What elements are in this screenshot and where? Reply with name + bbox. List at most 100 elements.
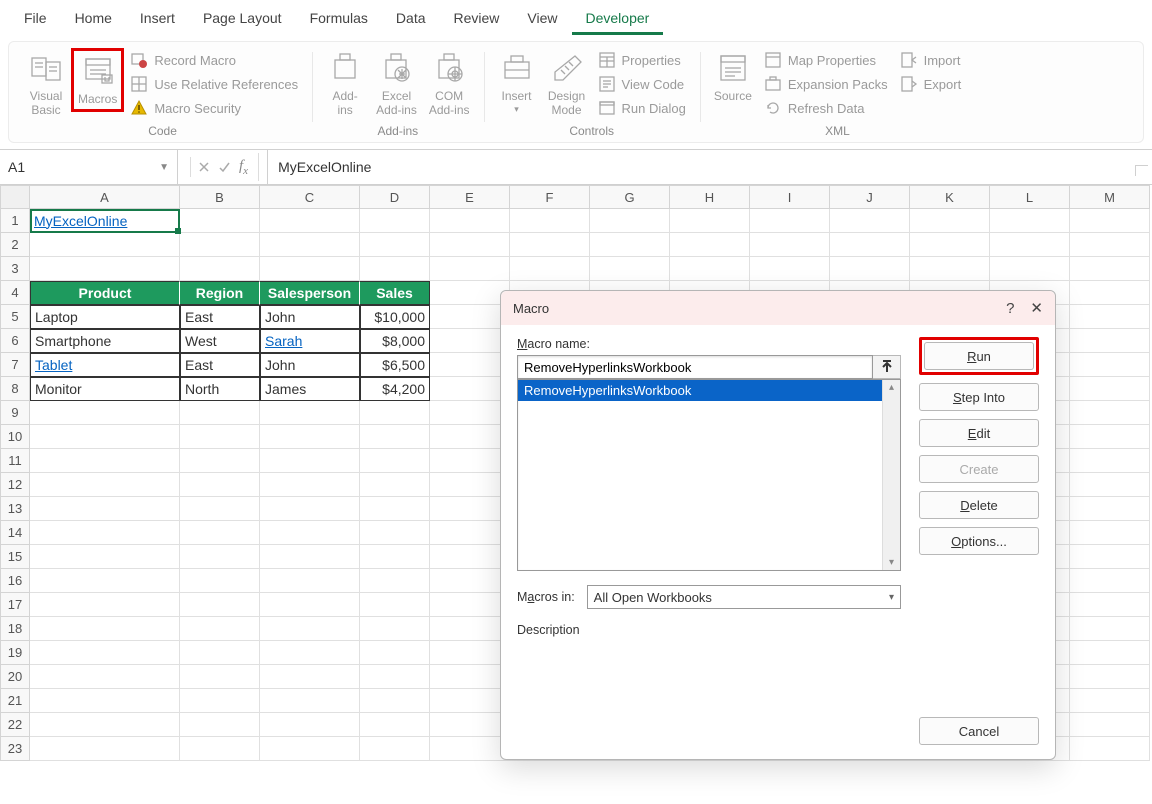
row-header[interactable]: 5: [0, 305, 30, 329]
row-header[interactable]: 8: [0, 377, 30, 401]
cell[interactable]: West: [180, 329, 260, 353]
cell[interactable]: [260, 689, 360, 713]
cell[interactable]: [1070, 209, 1150, 233]
cell[interactable]: [1070, 305, 1150, 329]
cell[interactable]: [30, 521, 180, 545]
cell[interactable]: [830, 257, 910, 281]
row-header[interactable]: 6: [0, 329, 30, 353]
cell[interactable]: East: [180, 353, 260, 377]
row-header[interactable]: 12: [0, 473, 30, 497]
macro-security-button[interactable]: Macro Security: [124, 96, 304, 120]
cell[interactable]: [670, 257, 750, 281]
cell[interactable]: [430, 497, 510, 521]
cell[interactable]: [260, 497, 360, 521]
cell[interactable]: [510, 257, 590, 281]
map-properties-button[interactable]: Map Properties: [758, 48, 894, 72]
options-button[interactable]: Options...: [919, 527, 1039, 555]
cell[interactable]: [430, 737, 510, 761]
cell[interactable]: [1070, 617, 1150, 641]
cell[interactable]: [360, 473, 430, 497]
design-mode-button[interactable]: DesignMode: [542, 48, 592, 120]
tab-home[interactable]: Home: [61, 4, 126, 35]
cell[interactable]: [360, 713, 430, 737]
cell[interactable]: [430, 641, 510, 665]
step-into-button[interactable]: Step Into: [919, 383, 1039, 411]
expansion-packs-button[interactable]: Expansion Packs: [758, 72, 894, 96]
tab-page-layout[interactable]: Page Layout: [189, 4, 296, 35]
cell[interactable]: [830, 233, 910, 257]
excel-addins-button[interactable]: ExcelAdd-ins: [370, 48, 423, 120]
cell[interactable]: [260, 665, 360, 689]
insert-control-button[interactable]: Insert ▾: [492, 48, 542, 116]
cell[interactable]: [360, 737, 430, 761]
cell[interactable]: [360, 665, 430, 689]
tab-formulas[interactable]: Formulas: [296, 4, 382, 35]
cell[interactable]: [30, 641, 180, 665]
cell[interactable]: [30, 593, 180, 617]
row-header[interactable]: 1: [0, 209, 30, 233]
relative-refs-button[interactable]: Use Relative References: [124, 72, 304, 96]
col-header[interactable]: G: [590, 185, 670, 209]
row-header[interactable]: 17: [0, 593, 30, 617]
cell[interactable]: [1070, 737, 1150, 761]
cell[interactable]: [990, 257, 1070, 281]
cell[interactable]: James: [260, 377, 360, 401]
cell[interactable]: MyExcelOnline: [30, 209, 180, 233]
cell[interactable]: [360, 401, 430, 425]
cell[interactable]: [180, 257, 260, 281]
col-header[interactable]: D: [360, 185, 430, 209]
cell[interactable]: [1070, 257, 1150, 281]
cell[interactable]: Sales: [360, 281, 430, 305]
cell[interactable]: North: [180, 377, 260, 401]
cell[interactable]: [180, 737, 260, 761]
delete-button[interactable]: Delete: [919, 491, 1039, 519]
row-header[interactable]: 2: [0, 233, 30, 257]
col-header[interactable]: K: [910, 185, 990, 209]
cell[interactable]: [430, 617, 510, 641]
cell[interactable]: [430, 329, 510, 353]
cell[interactable]: [360, 641, 430, 665]
formula-input[interactable]: MyExcelOnline: [268, 159, 1152, 175]
cell[interactable]: Region: [180, 281, 260, 305]
row-header[interactable]: 21: [0, 689, 30, 713]
cell[interactable]: [430, 233, 510, 257]
cell[interactable]: [1070, 281, 1150, 305]
tab-developer[interactable]: Developer: [572, 4, 664, 35]
cell[interactable]: [260, 593, 360, 617]
tab-file[interactable]: File: [10, 4, 61, 35]
col-header[interactable]: J: [830, 185, 910, 209]
cell[interactable]: [260, 713, 360, 737]
cell[interactable]: [360, 233, 430, 257]
row-header[interactable]: 3: [0, 257, 30, 281]
cell[interactable]: [670, 209, 750, 233]
cell[interactable]: [260, 257, 360, 281]
cell[interactable]: [30, 617, 180, 641]
cell[interactable]: [430, 353, 510, 377]
dialog-titlebar[interactable]: Macro ? ✕: [501, 291, 1055, 325]
row-header[interactable]: 23: [0, 737, 30, 761]
export-button[interactable]: Export: [894, 72, 968, 96]
cell[interactable]: [430, 377, 510, 401]
cell[interactable]: [430, 209, 510, 233]
macro-name-input[interactable]: [517, 355, 873, 379]
row-header[interactable]: 11: [0, 449, 30, 473]
col-header[interactable]: E: [430, 185, 510, 209]
row-header[interactable]: 10: [0, 425, 30, 449]
cancel-button[interactable]: Cancel: [919, 717, 1039, 745]
row-header[interactable]: 20: [0, 665, 30, 689]
col-header[interactable]: M: [1070, 185, 1150, 209]
cell[interactable]: [30, 257, 180, 281]
row-header[interactable]: 16: [0, 569, 30, 593]
cell[interactable]: [1070, 329, 1150, 353]
cell[interactable]: [180, 521, 260, 545]
cell[interactable]: [990, 209, 1070, 233]
cell[interactable]: [1070, 353, 1150, 377]
cell[interactable]: [360, 593, 430, 617]
cell[interactable]: $6,500: [360, 353, 430, 377]
cell[interactable]: [430, 521, 510, 545]
cell[interactable]: [360, 449, 430, 473]
cell[interactable]: [430, 713, 510, 737]
cell[interactable]: [30, 689, 180, 713]
cell[interactable]: [260, 425, 360, 449]
cell[interactable]: [430, 593, 510, 617]
